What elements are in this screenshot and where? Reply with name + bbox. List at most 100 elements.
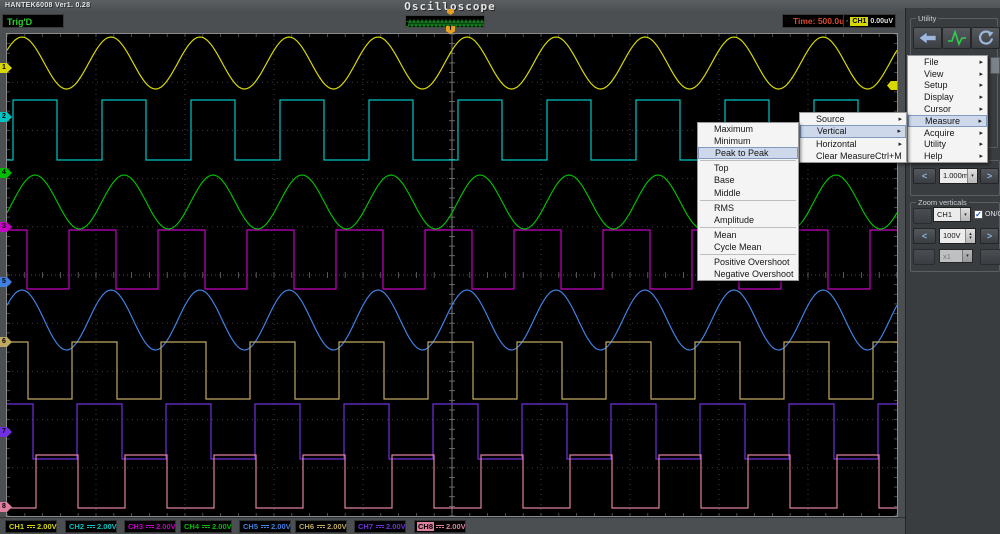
timebase-increase-button[interactable]: > (980, 168, 999, 184)
channel-readout-ch3[interactable]: CH32.00V (124, 520, 176, 533)
menu-item-base[interactable]: Base (698, 174, 798, 186)
menu-item-view[interactable]: View▸ (908, 68, 987, 80)
channel-readout-ch4[interactable]: CH42.00V (180, 520, 232, 533)
submenu-arrow-icon: ▸ (979, 105, 983, 113)
submenu-arrow-icon: ▸ (897, 127, 901, 135)
channel-status-bar: CH12.00V CH22.00V CH32.00V CH42.00V CH52.00V… (0, 517, 905, 534)
vertical-scale-decrease-button[interactable]: < (913, 228, 936, 244)
menu-item-source[interactable]: Source▸ (800, 113, 906, 125)
channel-readout-ch1[interactable]: CH12.00V (5, 520, 57, 533)
dropdown-arrow-icon: ▾ (962, 250, 972, 262)
menu-item-label: Source (816, 114, 898, 124)
channel-readout-ch8[interactable]: CH82.00V (414, 520, 466, 533)
menu-item-help[interactable]: Help▸ (908, 150, 987, 162)
trigger-source-badge[interactable]: CH1 (850, 17, 868, 26)
menu-item-rms[interactable]: RMS (698, 202, 798, 214)
probe-right-button[interactable] (980, 249, 1000, 265)
channel-scale-value: 2.00V (37, 522, 57, 531)
menu-item-acquire[interactable]: Acquire▸ (908, 127, 987, 139)
menu-item-setup[interactable]: Setup▸ (908, 80, 987, 92)
onoff-label: ON/OFF (985, 211, 1000, 218)
menu-separator (700, 227, 796, 228)
channel-readout-ch6[interactable]: CH6 2.00V (295, 520, 347, 533)
dropdown-arrow-icon[interactable]: ▾ (967, 169, 977, 183)
submenu-arrow-icon: ▸ (979, 93, 983, 101)
vertical-channel-select[interactable]: CH1 ▾ (933, 207, 971, 222)
submenu-arrow-icon: ▸ (979, 152, 983, 160)
menu-item-label: Amplitude (714, 215, 794, 225)
waveform-button[interactable] (942, 27, 971, 49)
submenu-arrow-icon: ▸ (898, 140, 902, 148)
menu-item-label: Positive Overshoot (714, 257, 794, 267)
submenu-arrow-icon: ▸ (979, 70, 983, 78)
channel-scale-value: 2.00V (156, 522, 176, 531)
menu-item-mean[interactable]: Mean (698, 229, 798, 241)
menu-item-label: Minimum (714, 136, 794, 146)
menu-item-utility[interactable]: Utility▸ (908, 139, 987, 151)
menu-item-label: Vertical (817, 126, 897, 136)
trigger-level-value: 0.00uV (870, 18, 893, 25)
dc-coupling-icon (202, 525, 210, 528)
probe-multiplier-select[interactable]: x1 ▾ (939, 249, 973, 263)
waveform-preview-trace (406, 18, 484, 29)
channel-readout-ch7[interactable]: CH72.00V (354, 520, 406, 533)
channel-onoff-checkbox[interactable]: ✓ (974, 210, 983, 219)
submenu-arrow-icon: ▸ (978, 117, 982, 125)
menu-item-negative-overshoot[interactable]: Negative Overshoot (698, 268, 798, 280)
menu-item-cycle-mean[interactable]: Cycle Mean (698, 241, 798, 253)
menu-item-maximum[interactable]: Maximum (698, 123, 798, 135)
menu-item-label: Top (714, 163, 794, 173)
timebase-select[interactable]: 1.000ms ▾ (939, 168, 978, 184)
refresh-button[interactable] (971, 27, 1000, 49)
menu-item-label: Cursor (924, 104, 979, 114)
timebase-decrease-button[interactable]: < (913, 168, 936, 184)
channel-name: CH7 (357, 522, 374, 531)
partially-hidden-button[interactable] (990, 57, 1000, 74)
main-menu: File▸View▸Setup▸Display▸Cursor▸Measure▸A… (907, 55, 988, 163)
dropdown-arrow-icon[interactable]: ▾ (960, 208, 970, 221)
channel-name: CH6 (298, 522, 315, 531)
oscilloscope-app: HANTEK6008 Ver1. 0.28 Oscilloscope Trig'… (0, 0, 1000, 534)
menu-item-label: Measure (925, 116, 978, 126)
menu-item-label: Display (924, 92, 979, 102)
menu-item-amplitude[interactable]: Amplitude (698, 214, 798, 226)
menu-item-minimum[interactable]: Minimum (698, 135, 798, 147)
spinner-arrows-icon[interactable]: ▴▾ (965, 229, 975, 243)
menu-item-cursor[interactable]: Cursor▸ (908, 103, 987, 115)
channel-readout-ch2[interactable]: CH22.00V (65, 520, 117, 533)
measure-submenu: Source▸Vertical▸Horizontal▸Clear Measure… (799, 112, 907, 163)
dc-coupling-icon (87, 525, 95, 528)
menu-item-label: Horizontal (816, 139, 898, 149)
vertical-scale-increase-button[interactable]: > (980, 228, 999, 244)
channel-scale-value: 2.00V (327, 522, 347, 531)
menu-item-peak-to-peak[interactable]: Peak to Peak (698, 147, 798, 159)
menu-shortcut: Ctrl+M (875, 151, 906, 161)
dc-coupling-icon (376, 525, 384, 528)
channel-name: CH8 (417, 522, 434, 531)
menu-item-vertical[interactable]: Vertical▸ (800, 125, 906, 137)
menu-separator (700, 160, 796, 161)
menu-item-label: Mean (714, 230, 794, 240)
channel-readout-ch5[interactable]: CH52.00V (239, 520, 291, 533)
menu-item-positive-overshoot[interactable]: Positive Overshoot (698, 256, 798, 268)
menu-item-display[interactable]: Display▸ (908, 91, 987, 103)
menu-item-label: Setup (924, 80, 979, 90)
menu-item-file[interactable]: File▸ (908, 56, 987, 68)
menu-item-clear-measure[interactable]: Clear MeasureCtrl+M (800, 150, 906, 162)
waveform-preview[interactable] (405, 15, 485, 28)
menu-item-measure[interactable]: Measure▸ (908, 115, 987, 127)
menu-item-top[interactable]: Top (698, 162, 798, 174)
menu-item-label: Cycle Mean (714, 242, 794, 252)
probe-multiplier-value: x1 (940, 250, 962, 262)
probe-left-button[interactable] (913, 249, 935, 265)
submenu-arrow-icon: ▸ (898, 115, 902, 123)
vertical-scale-spinner[interactable]: 100V ▴▾ (939, 228, 976, 244)
channel-config-button[interactable] (913, 208, 932, 224)
menu-item-middle[interactable]: Middle (698, 186, 798, 198)
dc-coupling-icon (261, 525, 269, 528)
trigger-readout: CH1 0.00uV (843, 14, 896, 28)
menu-item-horizontal[interactable]: Horizontal▸ (800, 138, 906, 150)
back-button[interactable] (913, 27, 942, 49)
menu-item-label: Base (714, 175, 794, 185)
channel-scale-value: 2.00V (271, 522, 291, 531)
